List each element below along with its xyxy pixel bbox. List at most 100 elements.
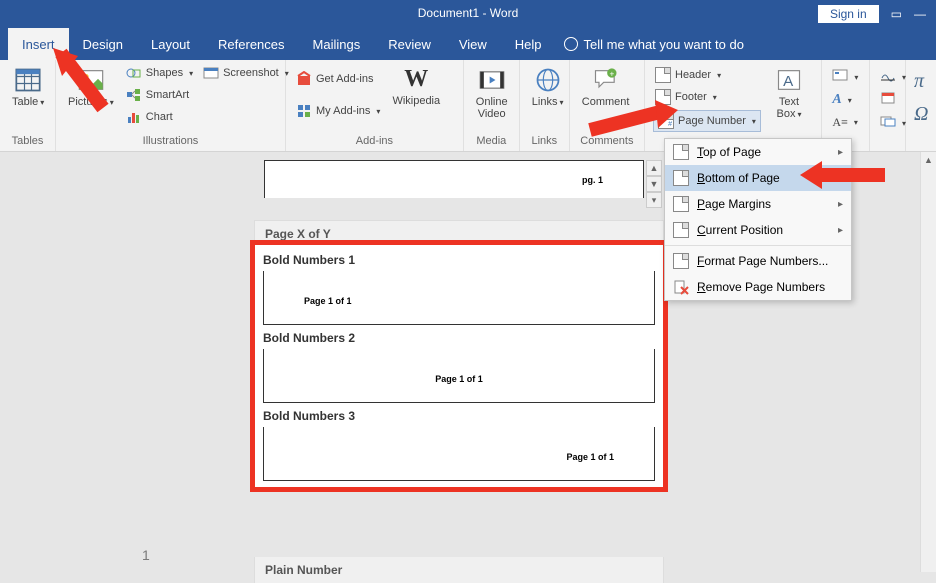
gallery-item-bold-numbers-2[interactable]: Page 1 of 1: [263, 349, 655, 403]
header-icon: [655, 67, 671, 83]
gallery-item-bold-numbers-3[interactable]: Page 1 of 1: [263, 427, 655, 481]
table-button[interactable]: Table▾: [8, 64, 48, 110]
page-counter: 1: [142, 547, 150, 563]
tab-help[interactable]: Help: [501, 28, 556, 60]
my-addins-button[interactable]: My Add-ins▾: [294, 102, 382, 120]
wordart-button[interactable]: A▾: [830, 91, 860, 109]
group-label-tables: Tables: [8, 133, 47, 151]
object-button[interactable]: ▾: [878, 114, 908, 132]
gallery-expand[interactable]: ▾: [646, 192, 662, 208]
screenshot-button[interactable]: Screenshot▾: [201, 64, 291, 82]
signature-line-button[interactable]: ▾: [878, 68, 908, 86]
footer-icon: [655, 89, 671, 105]
online-video-button[interactable]: Online Video: [472, 64, 512, 122]
submenu-current-position[interactable]: Current Position ▸: [665, 217, 851, 243]
wikipedia-button[interactable]: W Wikipedia: [388, 64, 444, 109]
sign-in-button[interactable]: Sign in: [818, 5, 879, 23]
page-number-icon: #: [658, 113, 674, 129]
screenshot-icon: [203, 65, 219, 81]
symbol-button[interactable]: Ω: [914, 103, 928, 132]
tab-design[interactable]: Design: [69, 28, 137, 60]
header-button[interactable]: Header▾: [653, 66, 761, 84]
smartart-button[interactable]: SmartArt: [124, 86, 195, 104]
wikipedia-icon: W: [404, 66, 428, 93]
group-label-media: Media: [472, 133, 511, 151]
footer-button[interactable]: Footer▾: [653, 88, 761, 106]
tell-me-search[interactable]: Tell me what you want to do: [564, 37, 744, 52]
chevron-right-icon: ▸: [838, 225, 843, 236]
drop-cap-button[interactable]: A≡▾: [830, 114, 860, 131]
quick-parts-button[interactable]: ▾: [830, 68, 860, 86]
chevron-right-icon: ▸: [838, 199, 843, 210]
submenu-top-of-page[interactable]: Top of Page ▸: [665, 139, 851, 165]
wordart-icon: A: [832, 92, 841, 108]
group-label-addins: Add-ins: [294, 133, 455, 151]
smartart-icon: [126, 87, 142, 103]
svg-text:A: A: [783, 73, 794, 90]
group-label-illustrations: Illustrations: [64, 133, 277, 151]
shapes-button[interactable]: Shapes▾: [124, 64, 195, 82]
gallery-highlighted-options: Bold Numbers 1 Page 1 of 1 Bold Numbers …: [250, 240, 668, 492]
submenu-format-page-numbers[interactable]: Format Page Numbers...: [665, 248, 851, 274]
gallery-scroll-controls: ▲ ▼ ▾: [646, 160, 664, 208]
chart-button[interactable]: Chart: [124, 108, 195, 126]
link-icon: [534, 66, 562, 94]
group-label-comments: Comments: [578, 133, 636, 151]
text-box-button[interactable]: A Text Box▾: [771, 64, 807, 122]
pictures-button[interactable]: Pictures▾: [64, 64, 118, 110]
minimize-icon[interactable]: —: [914, 7, 926, 21]
store-icon: [296, 71, 312, 87]
page-margins-icon: [673, 196, 689, 212]
gallery-item-label: Bold Numbers 1: [263, 247, 655, 271]
get-addins-button[interactable]: Get Add-ins: [294, 70, 382, 88]
tab-references[interactable]: References: [204, 28, 298, 60]
lightbulb-icon: [564, 37, 578, 51]
chart-icon: [126, 109, 142, 125]
chevron-right-icon: ▸: [838, 147, 843, 158]
ribbon-display-icon[interactable]: ▭: [891, 7, 902, 21]
submenu-page-margins[interactable]: Page Margins ▸: [665, 191, 851, 217]
gallery-scroll-down[interactable]: ▼: [646, 176, 662, 192]
equation-button[interactable]: π: [914, 64, 928, 99]
remove-icon: [673, 279, 689, 295]
ribbon-tabs: Insert Design Layout References Mailings…: [0, 28, 936, 60]
scroll-up-icon[interactable]: ▲: [921, 152, 936, 168]
submenu-bottom-of-page[interactable]: Bottom of Page ▸: [665, 165, 851, 191]
comment-button[interactable]: + Comment: [578, 64, 634, 110]
submenu-remove-page-numbers[interactable]: Remove Page Numbers: [665, 274, 851, 300]
gallery-item-label: Bold Numbers 3: [263, 403, 655, 427]
page-number-submenu: Top of Page ▸ Bottom of Page ▸ Page Marg…: [664, 138, 852, 301]
gallery-item-label: Bold Numbers 2: [263, 325, 655, 349]
tab-insert[interactable]: Insert: [8, 28, 69, 60]
group-label-links: Links: [528, 133, 561, 151]
chevron-right-icon: ▸: [838, 173, 843, 184]
tab-view[interactable]: View: [445, 28, 501, 60]
tab-review[interactable]: Review: [374, 28, 445, 60]
dropcap-icon: A≡: [832, 115, 847, 130]
format-icon: [673, 253, 689, 269]
gallery-item-bold-numbers-1[interactable]: Page 1 of 1: [263, 271, 655, 325]
comment-icon: +: [592, 66, 620, 94]
table-icon: [14, 66, 42, 94]
page-number-button[interactable]: # Page Number▾: [653, 110, 761, 132]
page-bottom-icon: [673, 170, 689, 186]
page-top-icon: [673, 144, 689, 160]
gallery-scroll-up[interactable]: ▲: [646, 160, 662, 176]
date-time-button[interactable]: [878, 91, 908, 109]
pictures-icon: [77, 66, 105, 94]
links-button[interactable]: Links▾: [528, 64, 568, 110]
datetime-icon: [880, 92, 896, 108]
video-icon: [478, 66, 506, 94]
window-title: Document1 - Word: [418, 6, 518, 20]
current-position-icon: [673, 222, 689, 238]
tab-mailings[interactable]: Mailings: [299, 28, 375, 60]
object-icon: [880, 115, 896, 131]
tab-layout[interactable]: Layout: [137, 28, 204, 60]
gallery-preview-prior[interactable]: pg. 1: [264, 160, 644, 198]
shapes-icon: [126, 65, 142, 81]
gallery-category-footer: Plain Number: [254, 557, 664, 583]
textbox-icon: A: [775, 66, 803, 94]
quickparts-icon: [832, 69, 848, 85]
signature-icon: [880, 69, 896, 85]
vertical-scrollbar[interactable]: ▲: [920, 152, 936, 572]
